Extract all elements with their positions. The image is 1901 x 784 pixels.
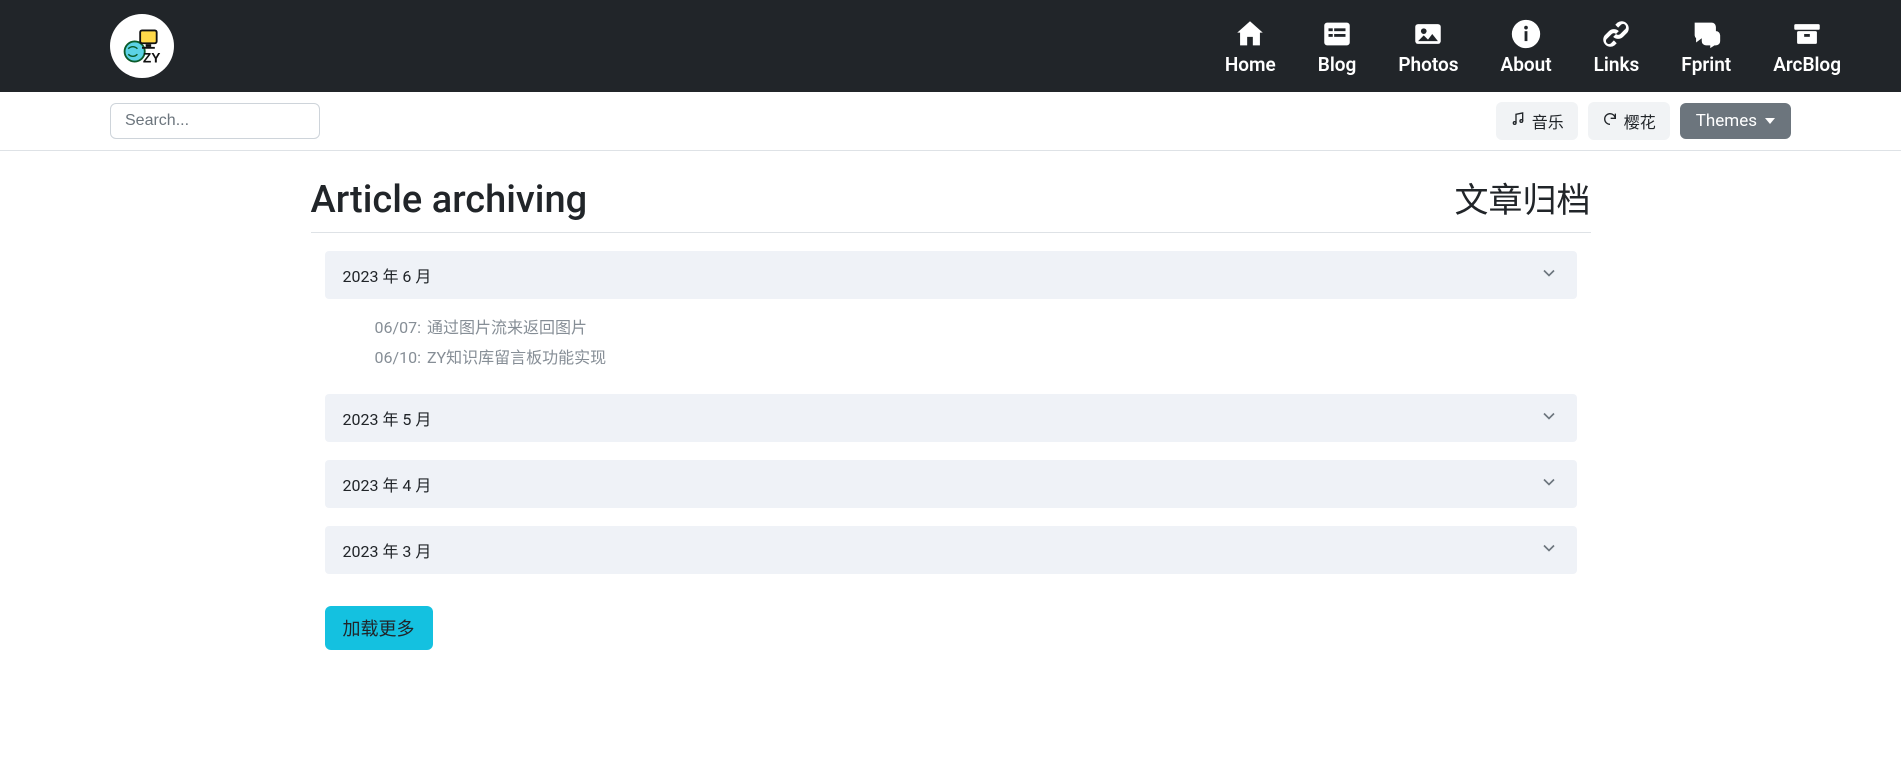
page-title: Article archiving — [311, 178, 588, 222]
month-header[interactable]: 2023 年 4 月 — [325, 460, 1577, 508]
music-button[interactable]: 音乐 — [1496, 102, 1578, 140]
article-title: 通过图片流来返回图片 — [427, 313, 587, 343]
article-date: 06/10: — [375, 343, 421, 373]
chevron-down-icon — [1539, 472, 1559, 496]
month-body: 06/07: 通过图片流来返回图片 06/10: ZY知识库留言板功能实现 — [325, 299, 1577, 376]
nav-label: About — [1501, 53, 1552, 76]
nav-fprint[interactable]: Fprint — [1681, 17, 1731, 76]
nav-about[interactable]: About — [1501, 17, 1552, 76]
nav-home[interactable]: Home — [1225, 17, 1276, 76]
brand-logo[interactable]: ZY — [110, 14, 174, 78]
nav-blog[interactable]: Blog — [1318, 17, 1357, 76]
heading-row: Article archiving 文章归档 — [311, 173, 1591, 233]
nav-photos[interactable]: Photos — [1398, 17, 1458, 76]
load-more-button[interactable]: 加载更多 — [325, 606, 433, 650]
chevron-down-icon — [1539, 538, 1559, 562]
themes-label: Themes — [1696, 111, 1757, 131]
month-group: 2023 年 4 月 — [311, 460, 1591, 508]
month-header[interactable]: 2023 年 3 月 — [325, 526, 1577, 574]
top-navbar: ZY Home Blog Photos About — [0, 0, 1901, 92]
chip-label: 音乐 — [1532, 109, 1564, 133]
month-group: 2023 年 3 月 — [311, 526, 1591, 574]
globe-zy-logo-icon: ZY — [120, 24, 164, 68]
chip-label: 樱花 — [1624, 109, 1656, 133]
image-icon — [1411, 17, 1445, 51]
nav-label: Blog — [1318, 53, 1357, 76]
nav-label: ArcBlog — [1773, 53, 1841, 76]
archive-icon — [1790, 17, 1824, 51]
nav-label: Links — [1594, 53, 1640, 76]
month-group: 2023 年 5 月 — [311, 394, 1591, 442]
chat-icon — [1689, 17, 1723, 51]
article-title: ZY知识库留言板功能实现 — [427, 343, 606, 373]
caret-down-icon — [1765, 118, 1775, 124]
themes-dropdown[interactable]: Themes — [1680, 103, 1791, 139]
page-title-cn: 文章归档 — [1455, 173, 1591, 222]
nav-label: Fprint — [1681, 53, 1731, 76]
search-input[interactable] — [110, 103, 320, 139]
month-label: 2023 年 6 月 — [343, 263, 432, 287]
article-date: 06/07: — [375, 313, 421, 343]
sakura-button[interactable]: 樱花 — [1588, 102, 1670, 140]
music-icon — [1510, 111, 1526, 131]
main-container: Article archiving 文章归档 2023 年 6 月 06/07:… — [291, 151, 1611, 690]
svg-text:ZY: ZY — [143, 51, 161, 66]
chevron-down-icon — [1539, 406, 1559, 430]
nav-links[interactable]: Links — [1594, 17, 1640, 76]
article-link[interactable]: 06/07: 通过图片流来返回图片 — [375, 313, 1573, 343]
article-link[interactable]: 06/10: ZY知识库留言板功能实现 — [375, 343, 1573, 373]
month-group: 2023 年 6 月 06/07: 通过图片流来返回图片 06/10: ZY知识… — [311, 251, 1591, 376]
toolbar: 音乐 樱花 Themes — [0, 92, 1901, 151]
home-icon — [1233, 17, 1267, 51]
month-label: 2023 年 5 月 — [343, 406, 432, 430]
month-header[interactable]: 2023 年 6 月 — [325, 251, 1577, 299]
nav-label: Photos — [1398, 53, 1458, 76]
chevron-down-icon — [1539, 263, 1559, 287]
month-label: 2023 年 3 月 — [343, 538, 432, 562]
nav-items: Home Blog Photos About Links — [1225, 17, 1861, 76]
list-icon — [1320, 17, 1354, 51]
info-icon — [1509, 17, 1543, 51]
refresh-icon — [1602, 111, 1618, 131]
month-label: 2023 年 4 月 — [343, 472, 432, 496]
link-icon — [1599, 17, 1633, 51]
nav-label: Home — [1225, 53, 1276, 76]
month-header[interactable]: 2023 年 5 月 — [325, 394, 1577, 442]
nav-arcblog[interactable]: ArcBlog — [1773, 17, 1841, 76]
